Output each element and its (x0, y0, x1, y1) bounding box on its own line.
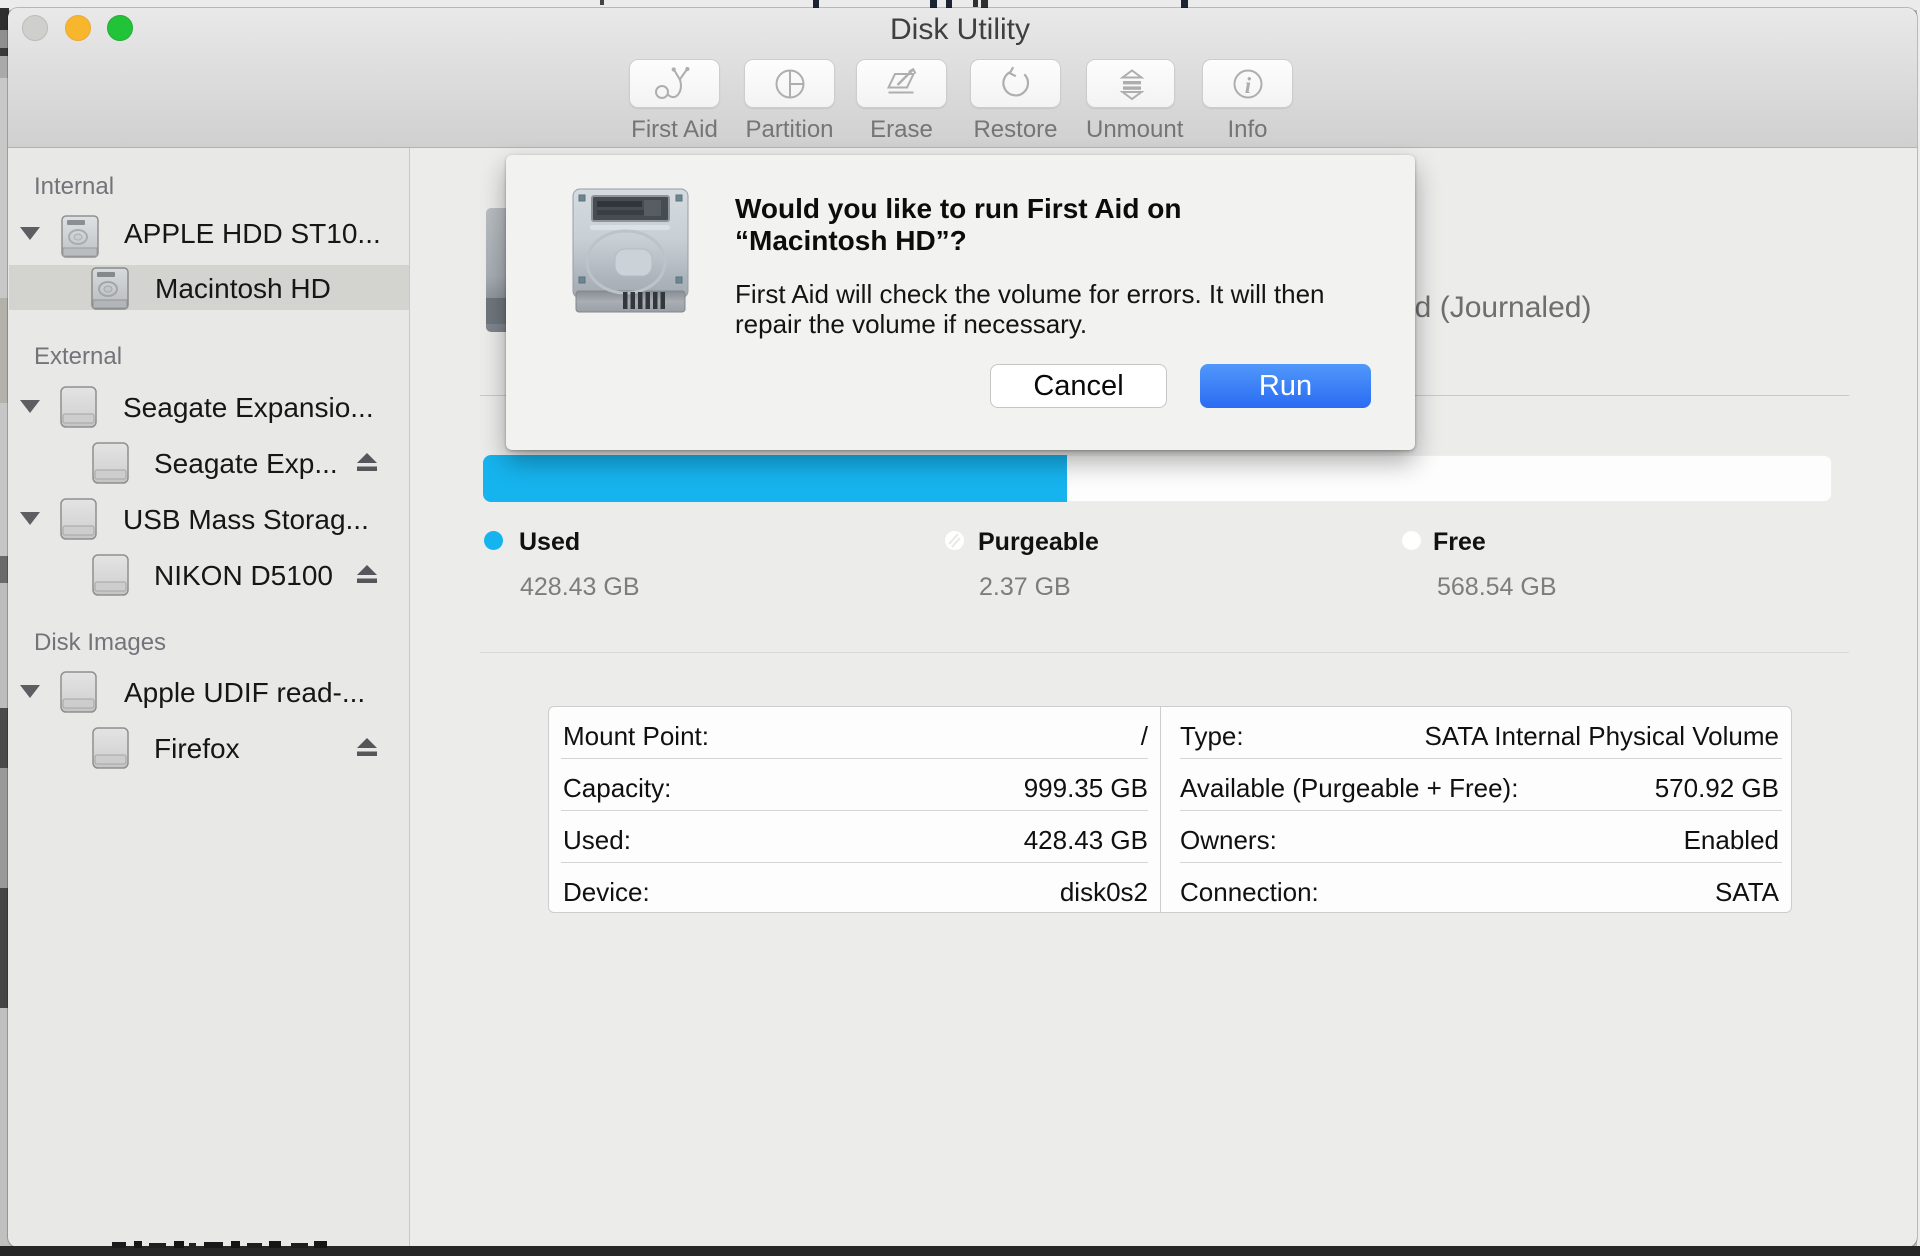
svg-text:i: i (1245, 73, 1252, 98)
